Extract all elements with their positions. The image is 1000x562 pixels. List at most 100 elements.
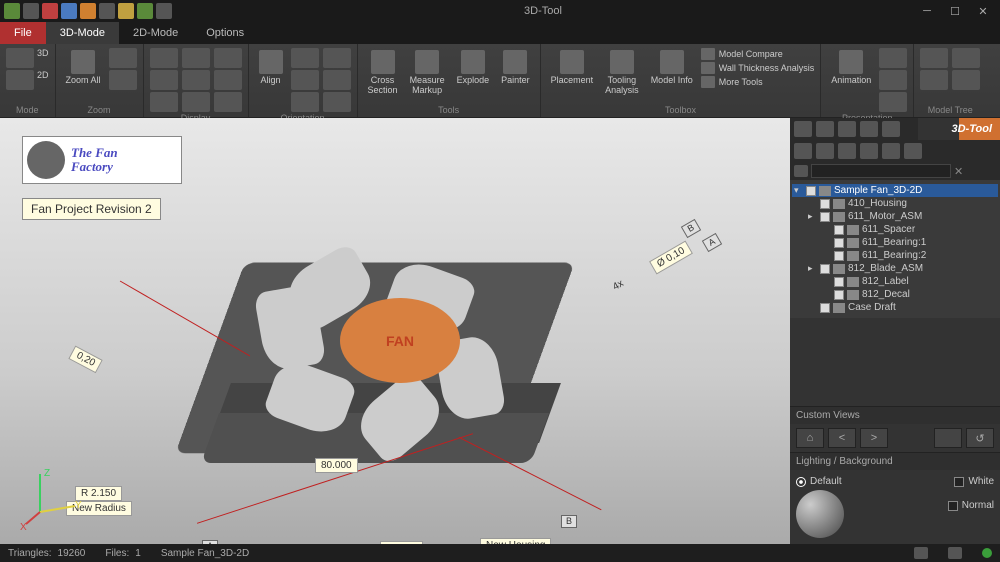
tree-node[interactable]: ▸611_Motor_ASM (792, 210, 998, 223)
panel-tool-button[interactable] (882, 143, 900, 159)
display-button[interactable] (214, 48, 242, 68)
orientation-button[interactable] (291, 92, 319, 112)
close-button[interactable]: ✕ (970, 3, 996, 19)
tab-3d-mode[interactable]: 3D-Mode (46, 22, 119, 44)
painter-button[interactable]: Painter (497, 48, 534, 88)
animation-button[interactable]: Animation (827, 48, 875, 88)
measure-markup-button[interactable]: Measure Markup (406, 48, 449, 98)
dimension-annotation[interactable]: 80.000 (315, 458, 358, 473)
qat-icon[interactable] (99, 3, 115, 19)
filter-icon[interactable] (794, 165, 808, 177)
panel-tool-button[interactable] (904, 143, 922, 159)
lighting-panel: Default White Normal (790, 470, 1000, 544)
tree-node[interactable]: 611_Spacer (792, 223, 998, 236)
tree-node[interactable]: ▾Sample Fan_3D-2D (792, 184, 998, 197)
housing-label[interactable]: New Housing (480, 538, 551, 544)
qat-icon[interactable] (118, 3, 134, 19)
presentation-button[interactable] (879, 70, 907, 90)
display-button[interactable] (182, 48, 210, 68)
presentation-button[interactable] (879, 48, 907, 68)
model-tree-button[interactable] (920, 70, 948, 90)
tree-node[interactable]: 611_Bearing:1 (792, 236, 998, 249)
explode-button[interactable]: Explode (453, 48, 494, 88)
panel-tool-button[interactable] (860, 121, 878, 137)
orientation-button[interactable] (323, 70, 351, 90)
display-button[interactable] (150, 48, 178, 68)
mode-3d-button[interactable] (6, 48, 34, 68)
qat-icon[interactable] (61, 3, 77, 19)
tree-node[interactable]: 611_Bearing:2 (792, 249, 998, 262)
model-tree-button[interactable] (920, 48, 948, 68)
qat-icon[interactable] (80, 3, 96, 19)
orientation-button[interactable] (323, 48, 351, 68)
status-tool-icon[interactable] (914, 547, 928, 559)
panel-tool-button[interactable] (816, 143, 834, 159)
align-button[interactable]: Align (255, 48, 287, 88)
minimize-button[interactable]: ─ (914, 3, 940, 19)
status-tool-icon[interactable] (948, 547, 962, 559)
wall-thickness-button[interactable]: Wall Thickness Analysis (701, 62, 815, 74)
more-tools-button[interactable]: More Tools (701, 76, 815, 88)
panel-tool-button[interactable] (816, 121, 834, 137)
orientation-button[interactable] (291, 48, 319, 68)
zoom-all-button[interactable]: Zoom All (62, 48, 105, 88)
dimension-annotation[interactable]: Ø 0,10 (649, 240, 693, 274)
bg-white-checkbox[interactable]: White (954, 476, 994, 487)
tab-2d-mode[interactable]: 2D-Mode (119, 22, 192, 44)
model-compare-button[interactable]: Model Compare (701, 48, 815, 60)
qat-icon[interactable] (42, 3, 58, 19)
dimension-annotation[interactable]: 0,20 (68, 345, 103, 373)
presentation-button[interactable] (879, 92, 907, 112)
orientation-button[interactable] (323, 92, 351, 112)
qat-icon[interactable] (137, 3, 153, 19)
panel-tool-button[interactable] (838, 143, 856, 159)
model-tree-button[interactable] (952, 70, 980, 90)
tab-options[interactable]: Options (192, 22, 258, 44)
orientation-button[interactable] (291, 70, 319, 90)
light-sphere-widget[interactable] (796, 490, 844, 538)
model-info-button[interactable]: Model Info (647, 48, 697, 88)
clear-search-icon[interactable]: ✕ (954, 165, 963, 178)
tree-node[interactable]: 812_Decal (792, 288, 998, 301)
file-tab[interactable]: File (0, 22, 46, 44)
tree-node[interactable]: 410_Housing (792, 197, 998, 210)
maximize-button[interactable]: ☐ (942, 3, 968, 19)
display-button[interactable] (182, 92, 210, 112)
panel-tool-button[interactable] (882, 121, 900, 137)
quick-access-toolbar (4, 3, 172, 19)
view-tool-button[interactable] (934, 428, 962, 448)
view-prev-button[interactable]: < (828, 428, 856, 448)
view-tool-button[interactable]: ↺ (966, 428, 994, 448)
lighting-default-radio[interactable]: Default (796, 476, 844, 487)
panel-tool-button[interactable] (838, 121, 856, 137)
qat-icon[interactable] (23, 3, 39, 19)
cross-section-button[interactable]: Cross Section (364, 48, 402, 98)
fan-model[interactable]: FAN (130, 218, 630, 544)
tree-node[interactable]: ▸812_Blade_ASM (792, 262, 998, 275)
panel-tool-button[interactable] (794, 143, 812, 159)
tree-node[interactable]: Case Draft (792, 301, 998, 314)
display-button[interactable] (214, 70, 242, 90)
display-button[interactable] (182, 70, 210, 90)
bg-normal-checkbox[interactable]: Normal (948, 500, 994, 511)
display-button[interactable] (150, 70, 178, 90)
panel-tool-button[interactable] (860, 143, 878, 159)
viewport-3d[interactable]: The FanFactory Fan Project Revision 2 FA… (0, 118, 790, 544)
model-tree-button[interactable] (952, 48, 980, 68)
tree-node[interactable]: 812_Label (792, 275, 998, 288)
view-next-button[interactable]: > (860, 428, 888, 448)
qat-icon[interactable] (156, 3, 172, 19)
zoom-tool-button[interactable] (109, 70, 137, 90)
display-button[interactable] (214, 92, 242, 112)
panel-tool-button[interactable] (794, 121, 812, 137)
zoom-all-icon (71, 50, 95, 74)
tooling-analysis-button[interactable]: Tooling Analysis (601, 48, 643, 98)
placement-button[interactable]: Placement (547, 48, 598, 88)
dimension-annotation[interactable]: 25.000 (380, 541, 423, 544)
tree-search-input[interactable] (811, 164, 951, 178)
display-button[interactable] (150, 92, 178, 112)
qat-icon[interactable] (4, 3, 20, 19)
mode-2d-button[interactable] (6, 70, 34, 90)
zoom-tool-button[interactable] (109, 48, 137, 68)
view-home-button[interactable]: ⌂ (796, 428, 824, 448)
